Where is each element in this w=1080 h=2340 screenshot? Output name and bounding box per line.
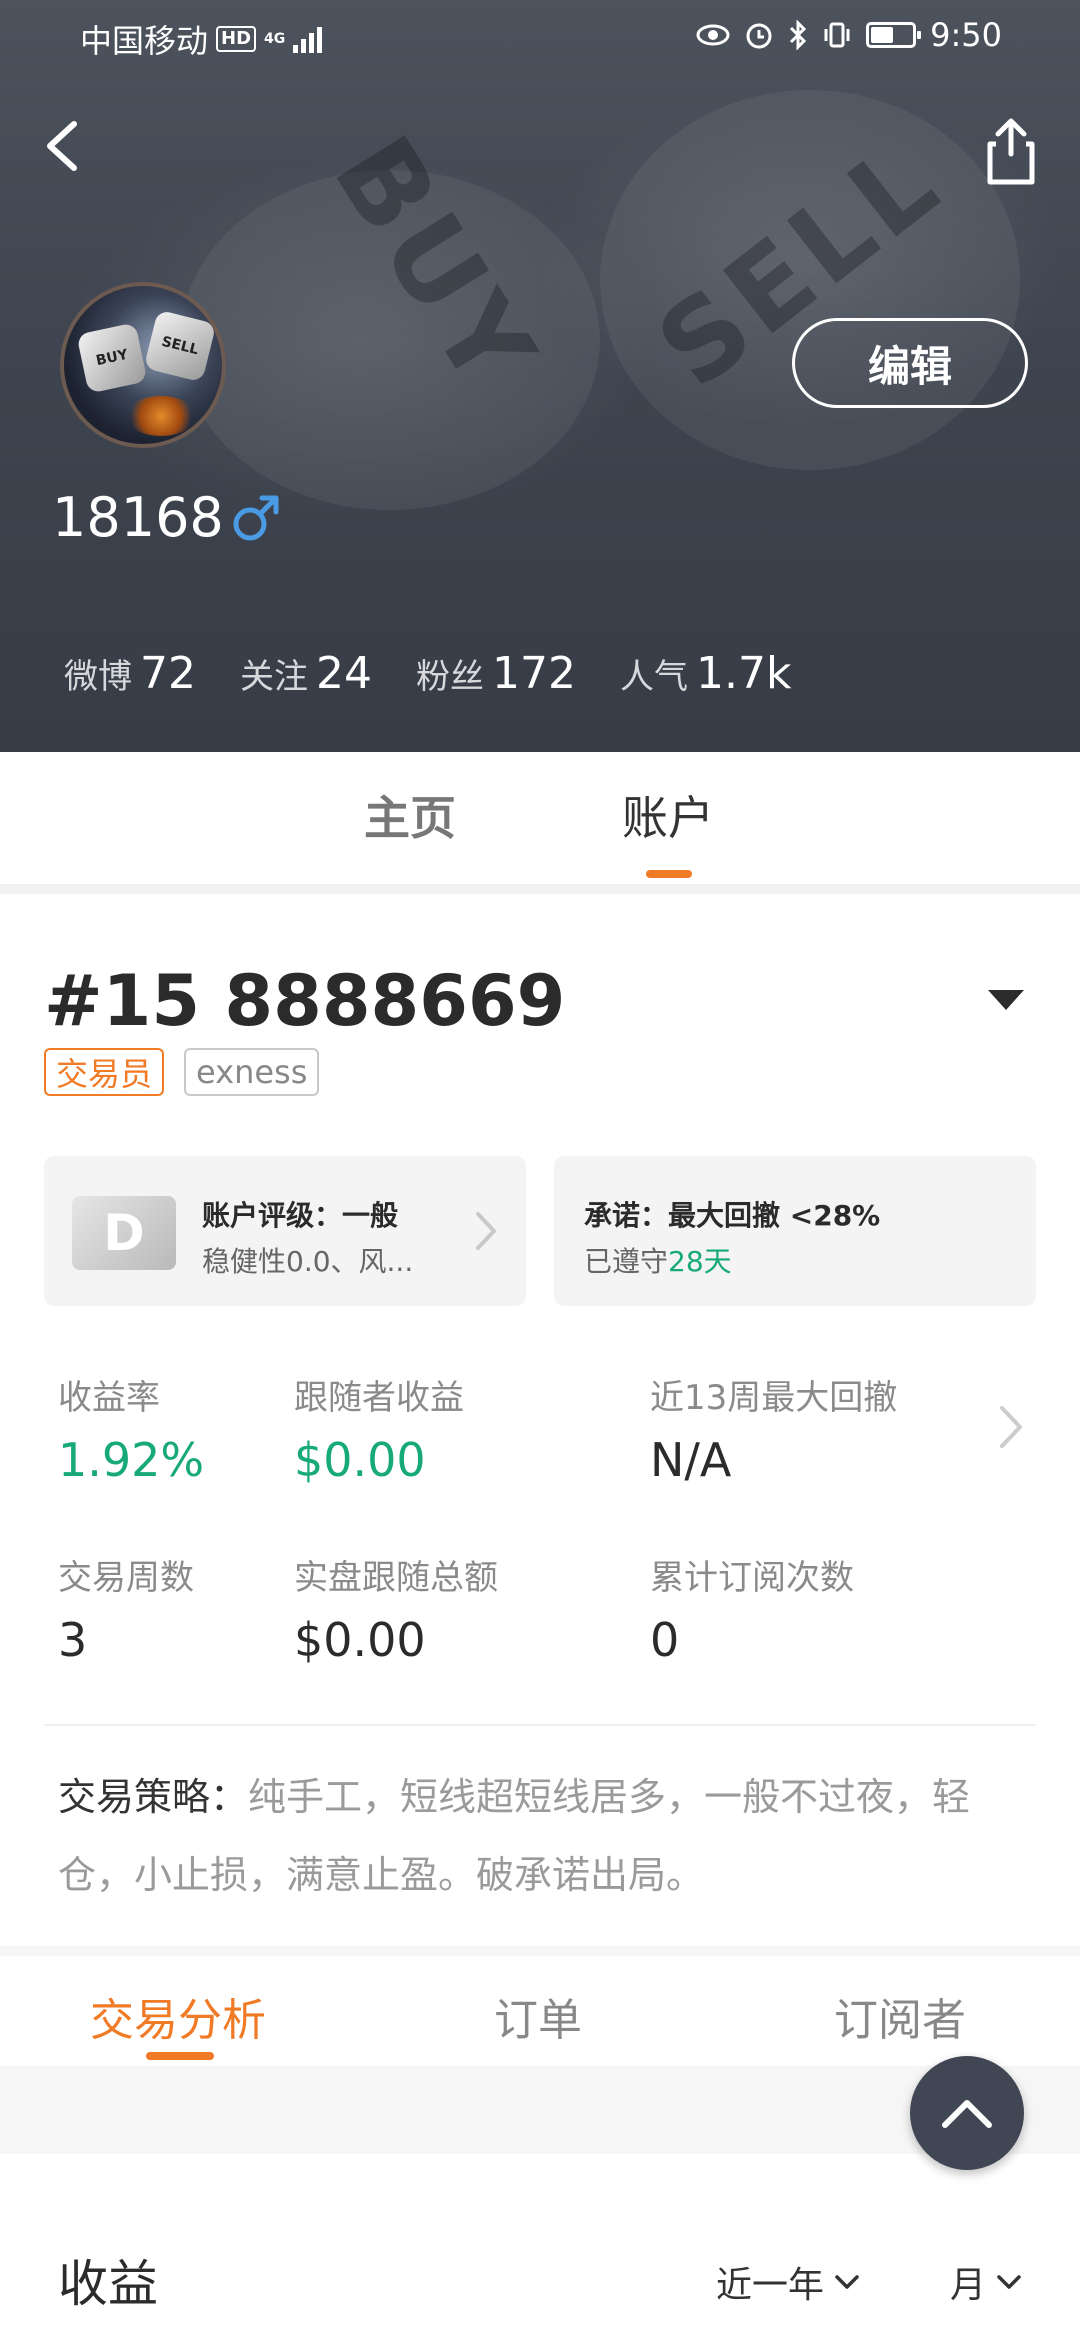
metric-label: 跟随者收益 xyxy=(294,1378,464,1418)
stat-label: 微博 xyxy=(64,657,132,697)
status-icons: 9:50 xyxy=(696,16,1002,54)
earnings-title: 收益 xyxy=(58,2255,158,2313)
chevron-right-icon xyxy=(476,1212,496,1250)
back-arrow-icon[interactable] xyxy=(36,110,96,180)
metric-label: 收益率 xyxy=(58,1378,160,1418)
rating-subtitle: 稳健性0.0、风... xyxy=(202,1245,414,1278)
tab-trade-analysis[interactable]: 交易分析 xyxy=(90,1984,266,2048)
granularity-select[interactable]: 月 xyxy=(950,2256,1022,2308)
strategy-label: 交易策略： xyxy=(58,1775,249,1819)
stat-value: 24 xyxy=(316,648,372,699)
profile-stats: 微博 72 关注 24 粉丝 172 人气 1.7k xyxy=(64,648,835,699)
stat-label: 人气 xyxy=(619,657,688,697)
stat-label: 粉丝 xyxy=(416,657,484,697)
clock: 9:50 xyxy=(930,16,1002,54)
eye-icon xyxy=(696,24,730,46)
stat-popularity: 人气 1.7k xyxy=(620,648,791,699)
vibrate-icon xyxy=(824,22,850,48)
status-bar: 中国移动 HD 4G 9:50 xyxy=(0,0,1080,70)
avatar[interactable]: BUY SELL xyxy=(60,282,226,448)
metric-value: 1.92% xyxy=(58,1433,205,1487)
metric-follower-profit: 跟随者收益 $0.00 xyxy=(294,1370,464,1487)
active-tab-indicator xyxy=(146,2052,214,2060)
tab-home[interactable]: 主页 xyxy=(364,782,456,848)
analysis-tabs: 交易分析 订单 订阅者 xyxy=(0,1956,1080,2066)
stat-weibo[interactable]: 微博 72 xyxy=(64,648,196,699)
stat-followers[interactable]: 粉丝 172 xyxy=(416,648,576,699)
metric-value: 0 xyxy=(650,1613,680,1667)
account-dropdown-icon[interactable] xyxy=(986,988,1026,1012)
stat-following[interactable]: 关注 24 xyxy=(240,648,372,699)
trading-strategy: 交易策略：纯手工，短线超短线居多，一般不过夜，轻仓，小止损，满意止盈。破承诺出局… xyxy=(58,1758,1038,1914)
metric-trading-weeks: 交易周数 3 xyxy=(58,1550,194,1667)
share-icon[interactable] xyxy=(976,112,1046,190)
metric-label: 实盘跟随总额 xyxy=(294,1558,498,1598)
metric-follow-total: 实盘跟随总额 $0.00 xyxy=(294,1550,498,1667)
edit-profile-button[interactable]: 编辑 xyxy=(792,318,1028,408)
granularity-select-value: 月 xyxy=(950,2265,987,2306)
battery-icon xyxy=(866,22,922,48)
promise-title: 承诺：最大回撤 <28% xyxy=(584,1199,881,1232)
bluetooth-icon xyxy=(790,20,807,50)
signal-icon xyxy=(293,25,323,53)
metric-value: $0.00 xyxy=(294,1433,426,1487)
stat-value: 1.7k xyxy=(695,648,792,699)
chevron-up-icon xyxy=(942,2100,992,2128)
divider xyxy=(44,1724,1036,1726)
account-number: #15 8888669 xyxy=(44,960,566,1042)
carrier-info: 中国移动 HD 4G xyxy=(80,16,323,62)
scroll-to-top-button[interactable] xyxy=(910,2056,1024,2170)
hd-icon: HD xyxy=(216,26,257,52)
stat-value: 72 xyxy=(140,648,196,699)
promise-days: 28天 xyxy=(668,1245,732,1278)
promise-status: 已遵守28天 xyxy=(584,1240,732,1280)
promise-prefix: 已遵守 xyxy=(584,1245,669,1278)
metric-max-drawdown[interactable]: 近13周最大回撤 N/A xyxy=(650,1370,897,1487)
section-divider xyxy=(0,1946,1080,1956)
avatar-fire xyxy=(126,396,196,436)
metric-return-rate: 收益率 1.92% xyxy=(58,1370,204,1487)
chevron-down-icon xyxy=(835,2275,859,2289)
trader-tag: 交易员 xyxy=(44,1048,165,1096)
username: 18168 xyxy=(52,486,224,549)
rating-badge: D xyxy=(72,1196,176,1270)
metric-value: 3 xyxy=(58,1613,88,1667)
promise-card: 承诺：最大回撤 <28% 已遵守28天 xyxy=(554,1156,1036,1306)
metric-label: 累计订阅次数 xyxy=(650,1558,854,1598)
period-select-value: 近一年 xyxy=(716,2265,825,2306)
metric-label: 交易周数 xyxy=(58,1558,194,1598)
account-rating-card[interactable]: D 账户评级：一般 稳健性0.0、风... xyxy=(44,1156,526,1306)
profile-header: BUY SELL 中国移动 HD 4G 9:50 BUY SELL 编辑 181… xyxy=(0,0,1080,752)
chevron-right-icon[interactable] xyxy=(996,1402,1026,1452)
rating-title: 账户评级：一般 xyxy=(202,1199,399,1232)
period-select[interactable]: 近一年 xyxy=(716,2256,860,2308)
avatar-die-sell: SELL xyxy=(143,309,217,383)
metric-subscription-count: 累计订阅次数 0 xyxy=(650,1550,854,1667)
broker-tag: exness xyxy=(184,1048,320,1096)
stat-value: 172 xyxy=(492,648,576,699)
tab-subscribers[interactable]: 订阅者 xyxy=(834,1984,966,2048)
tab-orders[interactable]: 订单 xyxy=(494,1984,582,2048)
active-tab-indicator xyxy=(646,870,692,878)
account-page: BUY SELL 中国移动 HD 4G 9:50 BUY SELL 编辑 181… xyxy=(0,0,1080,2340)
tab-account[interactable]: 账户 xyxy=(622,782,714,848)
profile-tabs: 主页 账户 xyxy=(0,752,1080,884)
alarm-icon xyxy=(746,23,772,49)
avatar-die-buy: BUY xyxy=(76,322,148,394)
metric-value: N/A xyxy=(650,1433,732,1487)
section-divider xyxy=(0,884,1080,894)
male-gender-icon xyxy=(233,495,279,541)
carrier-name: 中国移动 xyxy=(80,22,209,60)
metric-value: $0.00 xyxy=(294,1613,426,1667)
metric-label: 近13周最大回撤 xyxy=(650,1378,898,1418)
stat-label: 关注 xyxy=(240,657,308,697)
chevron-down-icon xyxy=(997,2275,1021,2289)
network-type: 4G xyxy=(264,31,286,47)
